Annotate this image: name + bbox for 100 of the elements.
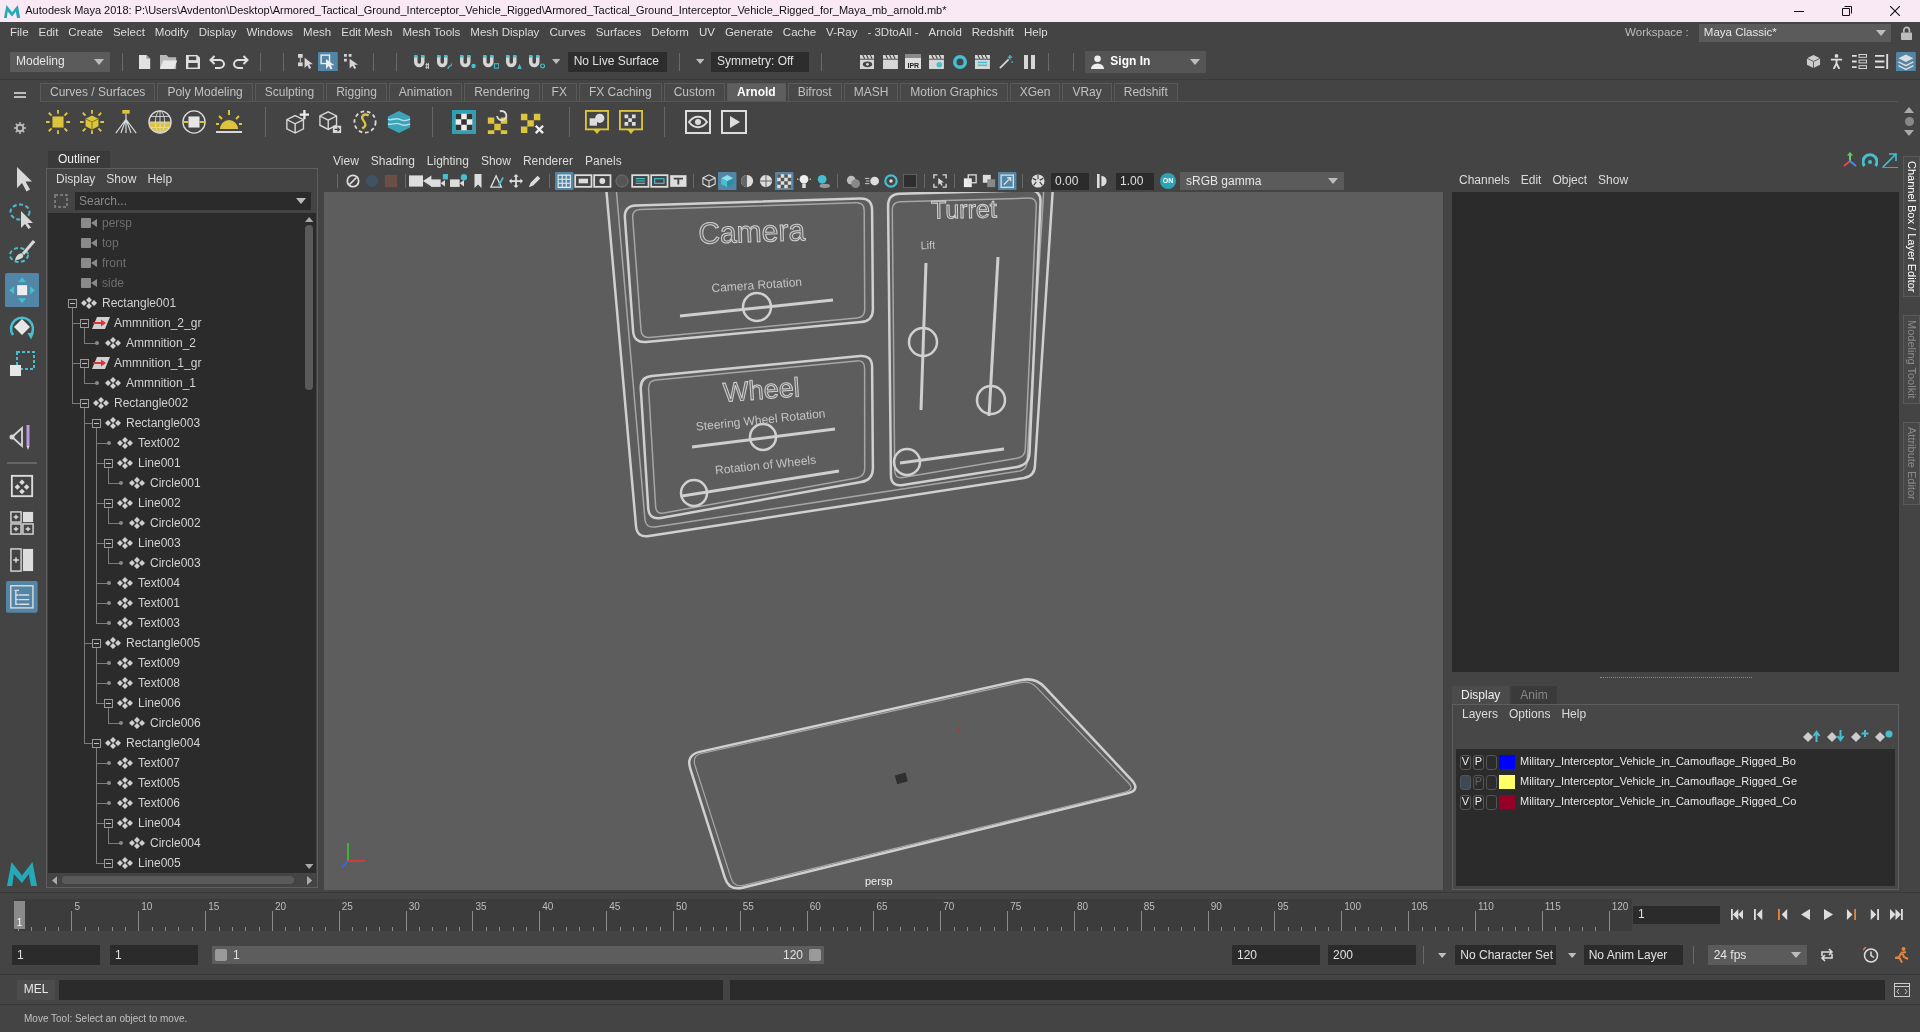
eye-frame-icon[interactable] <box>685 110 711 134</box>
shelf-tab[interactable]: Animation <box>388 83 463 101</box>
step-back-frame-icon[interactable] <box>1777 909 1788 920</box>
pencil-icon[interactable] <box>527 174 542 188</box>
menu-item[interactable]: Layers <box>1462 706 1499 722</box>
menu-item[interactable]: Show <box>106 171 137 187</box>
caret-icon[interactable] <box>1438 952 1447 958</box>
new-file-icon[interactable] <box>139 54 151 69</box>
menu-item[interactable]: Object <box>1552 172 1588 188</box>
stacked-layers-icon[interactable] <box>1896 51 1916 72</box>
triangle-pen-icon[interactable] <box>489 174 504 188</box>
shelf-tab[interactable]: Redshift <box>1113 83 1178 101</box>
script-language-button[interactable]: MEL <box>17 979 55 1000</box>
shelf-tab[interactable]: FX <box>541 83 577 101</box>
end-time-field[interactable]: 200 <box>1328 945 1416 965</box>
diagonal-arrow-icon[interactable] <box>1882 152 1898 168</box>
menu-item[interactable]: Mesh Tools <box>402 26 461 40</box>
minus-box-icon[interactable] <box>103 498 113 508</box>
outliner-item[interactable]: Line002 <box>138 495 181 511</box>
outliner-item[interactable]: Text002 <box>138 435 181 451</box>
range-slider[interactable]: 1 120 <box>212 946 824 964</box>
menu-item[interactable]: View <box>333 153 359 169</box>
outliner-item[interactable]: Line003 <box>138 535 181 551</box>
outliner-item[interactable]: Ammnition_2_gr <box>114 315 202 331</box>
checker-icon[interactable] <box>775 171 794 191</box>
shelf-tab[interactable]: XGen <box>1009 83 1061 101</box>
menu-item[interactable]: Shading <box>370 153 415 169</box>
outliner-item[interactable]: Rectangle005 <box>126 635 201 651</box>
magnet-square-icon[interactable] <box>483 54 499 69</box>
spotlight-rays-icon[interactable] <box>114 110 138 134</box>
light-bulb-icon[interactable] <box>796 174 811 188</box>
display-type-toggle[interactable] <box>1486 754 1497 770</box>
menu-item[interactable]: Surfaces <box>595 26 642 40</box>
menu-item[interactable]: Renderer <box>522 153 573 169</box>
menu-item[interactable]: Help <box>1561 706 1587 722</box>
live-surface-field[interactable]: No Live Surface <box>567 51 667 72</box>
menu-item[interactable]: Curves <box>549 26 586 40</box>
wand-sparkle-icon[interactable] <box>999 54 1014 69</box>
range-handle[interactable] <box>809 949 821 961</box>
outliner-tab[interactable]: Outliner <box>48 151 111 168</box>
outliner-item[interactable]: Ammnition_1 <box>126 375 197 391</box>
menu-item[interactable]: Generate <box>724 26 773 40</box>
cube-plus-icon[interactable] <box>285 110 309 134</box>
outliner-item[interactable]: Circle004 <box>150 835 201 851</box>
grid-icon[interactable] <box>555 171 574 191</box>
minus-box-icon[interactable] <box>103 818 113 828</box>
shelf-tab[interactable]: Sculpting <box>254 83 325 101</box>
aperture-icon[interactable] <box>1030 174 1045 188</box>
menu-item[interactable]: Options <box>1509 706 1551 722</box>
layer-name[interactable]: Military_Interceptor_Vehicle_in_Camouflage_Rigged_Co <box>1520 795 1797 809</box>
shelf-tab[interactable]: VRay <box>1062 83 1112 101</box>
half-shaded-circle-icon[interactable] <box>739 174 754 188</box>
save-icon[interactable] <box>186 54 200 69</box>
running-figure-icon[interactable] <box>1892 947 1909 963</box>
undo-icon[interactable] <box>209 54 225 69</box>
viewport-3d[interactable]: Camera Camera Rotation Wheel Steering Wheel Rotation Rotation of Wheels Turret Lift persp <box>324 192 1443 890</box>
outliner-pane-icon[interactable] <box>6 581 38 613</box>
shelf-tab[interactable]: Rigging <box>326 83 387 101</box>
caret-icon[interactable] <box>296 198 306 204</box>
checker-tile-icon[interactable] <box>452 110 476 134</box>
start-time-field[interactable]: 1 <box>12 945 100 965</box>
outliner-item[interactable]: Line006 <box>138 695 181 711</box>
character-set-field[interactable]: No Character Set <box>1455 945 1557 965</box>
outliner-item[interactable]: Line004 <box>138 815 181 831</box>
shaded-cube-icon[interactable] <box>718 171 737 191</box>
human-figure-icon[interactable] <box>1828 54 1844 69</box>
checker-frame-icon[interactable] <box>619 110 643 134</box>
minimize-icon[interactable] <box>1794 10 1804 12</box>
color-swatch-icon[interactable] <box>1499 755 1515 769</box>
menu-item[interactable]: Redshift <box>971 26 1014 40</box>
display-type-toggle[interactable] <box>1486 794 1497 810</box>
lock-icon[interactable] <box>1900 26 1912 40</box>
outliner-item[interactable]: Text006 <box>138 795 181 811</box>
minus-box-icon[interactable] <box>79 318 89 328</box>
camera-dot-icon[interactable] <box>449 174 468 188</box>
minus-box-icon[interactable] <box>103 458 113 468</box>
outliner-item[interactable]: Ammnition_2 <box>126 335 197 351</box>
lined-frame-icon[interactable] <box>631 174 650 188</box>
menu-item[interactable]: Panels <box>584 153 622 169</box>
magnet-grid-icon[interactable] <box>413 54 430 69</box>
pause-icon[interactable] <box>1023 54 1035 69</box>
workspace-dropdown[interactable]: Maya Classic* <box>1698 24 1891 42</box>
menu-item[interactable]: Edit <box>1520 172 1542 188</box>
outliner-item[interactable]: Text004 <box>138 575 181 591</box>
list-fields-icon[interactable] <box>1852 54 1868 69</box>
caret-icon[interactable] <box>1568 952 1577 958</box>
scroll-up-icon[interactable] <box>1904 107 1914 113</box>
playback-toggle[interactable]: P <box>1473 754 1484 770</box>
menu-item[interactable]: V-Ray <box>826 26 858 40</box>
menu-item[interactable]: Display <box>198 26 237 40</box>
outliner-item[interactable]: Line005 <box>138 855 181 871</box>
shelf-tab[interactable]: MASH <box>843 83 899 101</box>
clapboard-dot-icon[interactable] <box>929 54 944 69</box>
menu-item[interactable]: Show <box>480 153 511 169</box>
menu-item[interactable]: Lighting <box>426 153 469 169</box>
list-bars-icon[interactable] <box>1875 54 1891 69</box>
time-slider[interactable]: 5 10 15 20 25 30 35 40 45 50 55 60 65 70 75 80 85 90 95 100 105 110 115 120 1 <box>14 898 1632 931</box>
minus-box-icon[interactable] <box>91 738 101 748</box>
outliner-item[interactable]: Circle002 <box>150 515 201 531</box>
diamond-down-arrow-icon[interactable] <box>1827 730 1845 742</box>
